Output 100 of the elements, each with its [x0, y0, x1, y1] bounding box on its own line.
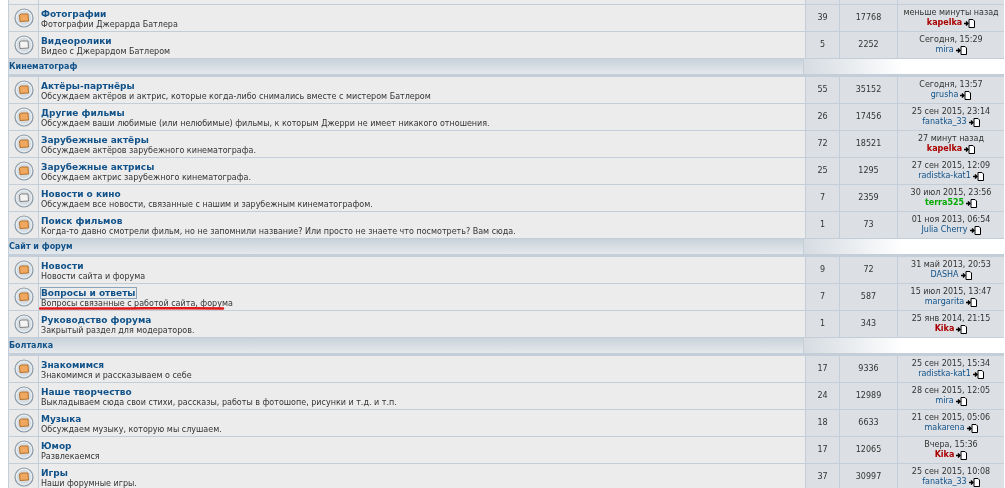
post-count: 2252 [858, 39, 879, 51]
arrow-page-icon[interactable] [960, 90, 972, 100]
last-post-time: 21 сен 2015, 05:06 [911, 413, 991, 423]
forum-description: Закрытый раздел для модераторов. [41, 326, 196, 336]
username-link[interactable]: fanatka_33 [922, 117, 967, 127]
forum-title-link[interactable]: Новости о кино [41, 189, 121, 199]
topic-count: 5 [819, 39, 826, 51]
username-link[interactable]: DASHA [930, 270, 959, 280]
forum-title-link[interactable]: Зарубежные актёры [41, 135, 149, 145]
unread-forum-icon [13, 215, 34, 235]
forum-description: Видео с Джерардом Батлером [41, 47, 172, 57]
unread-forum-icon [13, 386, 34, 406]
post-count: 343 [860, 318, 877, 330]
username-link[interactable]: Julia Cherry [921, 225, 968, 235]
category-title[interactable]: Кинематограф [9, 60, 78, 73]
last-post-time: 25 янв 2014, 21:15 [911, 314, 991, 324]
read-forum-icon [13, 314, 34, 334]
forum-title-link[interactable]: Игры [41, 468, 68, 478]
username-link[interactable]: radistka-kat1 [918, 171, 971, 181]
forum-title-link[interactable]: Вопросы и ответы [41, 288, 136, 298]
category-title[interactable]: Болталка [9, 339, 54, 352]
forum-description: Фотографии Джерарда Батлера [41, 20, 179, 30]
forum-description: Обсуждаем актёров зарубежного кинематографа. [41, 146, 257, 156]
topic-count: 7 [819, 291, 826, 303]
forum-title-link[interactable]: Фотографии [41, 9, 107, 19]
forum-description: Обсуждаем все новости, связанные с нашим и зарубежным кинематографом. [41, 200, 374, 210]
forum-title-link[interactable]: Актёры-партнёры [41, 81, 135, 91]
post-count: 35152 [855, 84, 882, 96]
topic-count: 24 [817, 390, 828, 402]
unread-forum-icon [13, 359, 34, 379]
arrow-page-icon[interactable] [966, 297, 978, 307]
arrow-page-icon[interactable] [966, 198, 978, 208]
forum-title-link[interactable]: Музыка [41, 414, 82, 424]
unread-forum-icon [13, 8, 34, 28]
forum-title-link[interactable]: Зарубежные актрисы [41, 162, 155, 172]
username-link[interactable]: mira [935, 45, 954, 55]
arrow-page-icon[interactable] [956, 324, 968, 334]
last-post-time: 27 минут назад [918, 134, 984, 144]
post-count: 17768 [855, 12, 882, 24]
arrow-page-icon[interactable] [955, 396, 967, 406]
arrow-page-icon[interactable] [956, 450, 968, 460]
unread-forum-icon [13, 107, 34, 127]
unread-forum-icon [13, 413, 34, 433]
forum-title-link[interactable]: Новости [41, 261, 84, 271]
topic-count: 9 [819, 264, 826, 276]
forum-title-link[interactable]: Наше творчество [41, 387, 132, 397]
post-count: 1295 [858, 165, 879, 177]
forum-description: Обсуждаем музыку, которую мы слушаем. [41, 425, 223, 435]
arrow-page-icon[interactable] [955, 45, 967, 55]
username-link[interactable]: fanatka_33 [922, 477, 967, 487]
username-link[interactable]: Kika [934, 324, 955, 334]
post-count: 9336 [858, 363, 879, 375]
last-post-time: 15 июл 2015, 13:47 [910, 287, 992, 297]
last-post-time: 27 сен 2015, 12:09 [911, 161, 991, 171]
unread-forum-icon [13, 134, 34, 154]
forum-description: Развлекаемся [41, 452, 101, 462]
arrow-page-icon[interactable] [966, 423, 978, 433]
forum-description: Обсуждаем актёров и актрис, которые когда-либо снимались вместе с мистером Батлером [41, 92, 432, 102]
arrow-page-icon[interactable] [960, 270, 972, 280]
last-post-time: 30 июл 2015, 23:56 [910, 188, 992, 198]
arrow-page-icon[interactable] [972, 369, 984, 379]
post-count: 12065 [855, 444, 882, 456]
topic-count: 39 [817, 12, 828, 24]
forum-title-link[interactable]: Юмор [41, 441, 72, 451]
username-link[interactable]: kapelka [926, 18, 963, 28]
username-link[interactable]: radistka-kat1 [918, 369, 971, 379]
last-post-time: Сегодня, 13:57 [919, 80, 983, 90]
forum-title-link[interactable]: Руководство форума [41, 315, 152, 325]
arrow-page-icon[interactable] [968, 477, 980, 487]
forum-description: Обсуждаем ваши любимые (или нелюбимые) фильмы, к которым Джерри не имеет никакого отношения. [41, 119, 491, 129]
arrow-page-icon[interactable] [968, 117, 980, 127]
forum-description: Когда-то давно смотрели фильм, но не запомнили название? Или просто не знаете что посмотреть? Вам сюда. [41, 227, 517, 237]
username-link[interactable]: margarita [924, 297, 965, 307]
username-link[interactable]: grusha [930, 90, 959, 100]
category-title[interactable]: Сайт и форум [9, 240, 73, 253]
username-link[interactable]: makarena [924, 423, 965, 433]
forum-title-link[interactable]: Поиск фильмов [41, 216, 123, 226]
forum-description: Выкладываем сюда свои стихи, рассказы, работы в фотошопе, рисунки и т.д. и т.п. [41, 398, 398, 408]
arrow-page-icon[interactable] [964, 144, 976, 154]
forum-description: Обсуждаем актрис зарубежного кинематографа. [41, 173, 253, 183]
forum-title-link[interactable]: Знакомимся [41, 360, 105, 370]
forum-title-link[interactable]: Видеоролики [41, 36, 112, 46]
read-forum-icon [13, 35, 34, 55]
last-post-time: 28 сен 2015, 12:05 [911, 386, 991, 396]
username-link[interactable]: Kika [934, 450, 955, 460]
post-count: 18521 [855, 138, 882, 150]
post-count: 2359 [858, 192, 879, 204]
forum-title-link[interactable]: Другие фильмы [41, 108, 125, 118]
forum-description: Новости сайта и форума [41, 272, 147, 282]
read-forum-icon [13, 188, 34, 208]
arrow-page-icon[interactable] [964, 18, 976, 28]
username-link[interactable]: kapelka [926, 144, 963, 154]
unread-forum-icon [13, 440, 34, 460]
unread-forum-icon [13, 287, 34, 307]
username-link[interactable]: mira [935, 396, 954, 406]
arrow-page-icon[interactable] [972, 171, 984, 181]
topic-count: 1 [819, 318, 826, 330]
arrow-page-icon[interactable] [969, 225, 981, 235]
topic-count: 17 [817, 363, 828, 375]
forum-description: Знакомимся и рассказываем о себе [41, 371, 193, 381]
